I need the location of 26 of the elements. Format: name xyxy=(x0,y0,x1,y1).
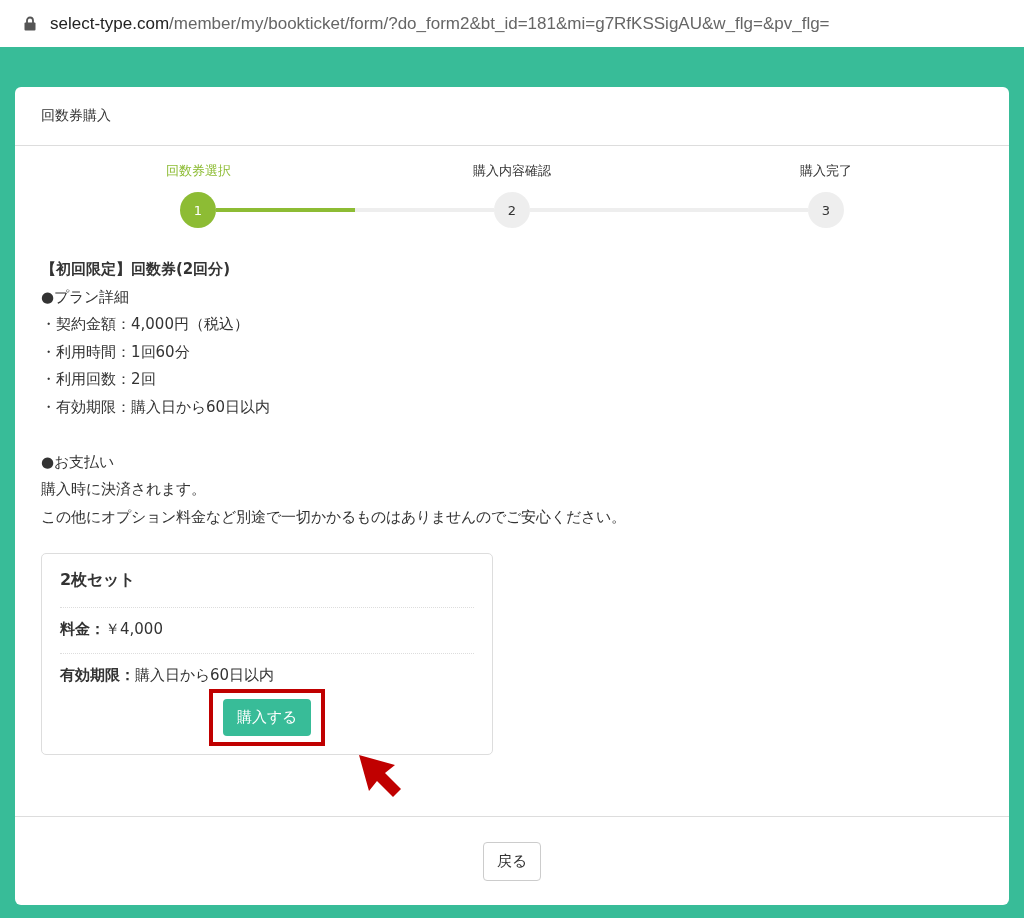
description-line: ●プラン詳細 xyxy=(41,286,131,308)
field-label: 有効期限： xyxy=(60,666,135,684)
back-button[interactable]: 戻る xyxy=(483,841,541,881)
panel-title: 回数券購入 xyxy=(41,107,111,125)
description-line: ・利用回数：2回 xyxy=(41,369,157,390)
step-label: 購入完了 xyxy=(800,162,852,180)
plan-name: 2枚セット xyxy=(60,560,474,608)
pointer-arrow-icon xyxy=(357,753,403,799)
field-value: 購入日から60日以内 xyxy=(135,666,275,684)
step-label: 回数券選択 xyxy=(165,162,231,180)
description-line: 購入時に決済されます。 xyxy=(41,479,207,500)
step-label: 購入内容確認 xyxy=(473,162,551,180)
url-text: select-type.com/member/my/bookticket/form/?do_form2&bt_id=181&mi=g7RfKSSigAU&w_flg=&pv_flg= xyxy=(50,13,830,34)
ticket-title: 【初回限定】回数券(2回分) xyxy=(41,259,232,280)
lock-icon xyxy=(24,16,36,31)
step-circle: 1 xyxy=(180,192,216,228)
description-line: ・利用時間：1回60分 xyxy=(41,341,191,363)
description-line: ●お支払い xyxy=(41,451,116,473)
step-circle: 3 xyxy=(808,192,844,228)
field-label: 料金： xyxy=(60,620,105,638)
address-bar[interactable]: select-type.com/member/my/bookticket/form/?do_form2&bt_id=181&mi=g7RfKSSigAU&w_flg=&pv_flg= xyxy=(0,0,1024,47)
description-line: ・契約金額：4,000円（税込） xyxy=(41,314,250,335)
field-value: ￥4,000 xyxy=(105,620,163,638)
description-line: この他にオプション料金など別途で一切かかるものはありませんのでご安心ください。 xyxy=(41,506,627,528)
description-line: ・有効期限：購入日から60日以内 xyxy=(41,396,272,418)
step-circle: 2 xyxy=(494,192,530,228)
